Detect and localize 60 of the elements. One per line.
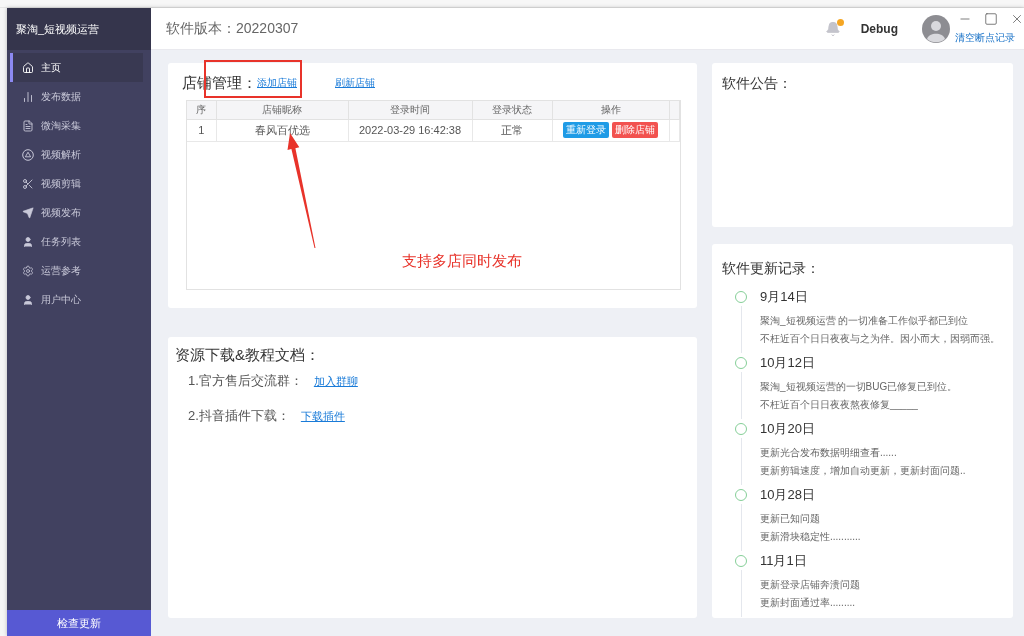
- store-link[interactable]: 添加店铺: [257, 76, 297, 90]
- maximize-icon[interactable]: [984, 12, 998, 26]
- close-icon[interactable]: [1010, 12, 1024, 26]
- update-log-title: 软件更新记录：: [722, 260, 820, 276]
- avatar-icon[interactable]: [922, 14, 950, 43]
- table-header-cell: 序: [187, 101, 216, 119]
- timeline-text: 聚淘_短视频运营的一切BUG已修复已到位。: [760, 380, 958, 394]
- app-title: 聚淘_短视频运营: [16, 21, 100, 37]
- sidebar-item[interactable]: 主页: [10, 53, 143, 82]
- check-update-button[interactable]: 检查更新: [7, 610, 151, 636]
- resource-label: 1.官方售后交流群：: [188, 372, 303, 390]
- annotation-text: 支持多店同时发布: [402, 252, 522, 271]
- timeline-date: 9月14日: [760, 288, 809, 306]
- table-header-cell: 店铺昵称: [216, 101, 348, 119]
- scissors-icon: [22, 177, 34, 190]
- timeline-text: 聚淘_短视频运营 的一切准备工作似乎都已到位: [760, 314, 970, 328]
- timeline-text: 更新已知问题: [760, 512, 821, 526]
- user-name: Debug: [860, 21, 898, 36]
- sidebar-item[interactable]: 发布数据: [10, 82, 143, 111]
- resources-title: 资源下载&教程文档：: [175, 346, 320, 363]
- timeline-date: 10月12日: [760, 354, 816, 372]
- resource-link[interactable]: 加入群聊: [313, 373, 358, 389]
- clear-breakpoints-link[interactable]: 清空断点记录: [955, 32, 1024, 44]
- table-header-cell: 登录状态: [472, 101, 552, 119]
- table-header-cell: 操作: [552, 101, 669, 119]
- timeline-text: 不枉近百个日日夜夜熬夜修复_____: [760, 398, 919, 412]
- bell-icon[interactable]: [824, 20, 841, 37]
- sidebar-item[interactable]: 用户中心: [10, 285, 143, 314]
- timeline-text: 更新光合发布数据明细查看......: [760, 446, 898, 460]
- store-link[interactable]: 刷新店铺: [335, 76, 375, 90]
- bar-chart-icon: [22, 90, 34, 103]
- person-icon: [22, 293, 34, 306]
- home-icon: [22, 61, 34, 74]
- timeline-text: 不枉近百个日日夜夜与之为伴。因小而大，因弱而强。: [760, 332, 1000, 346]
- person-icon: [22, 235, 34, 248]
- timeline-date: 10月20日: [760, 420, 816, 438]
- timeline-text: 更新封面通过率.........: [760, 596, 856, 610]
- table-cell: 2022-03-29 16:42:38: [348, 119, 472, 141]
- timeline-text: 更新滑块稳定性...........: [760, 530, 861, 544]
- document-icon: [22, 119, 34, 132]
- table-cell: 正常: [472, 119, 552, 141]
- sidebar-item[interactable]: 视频解析: [10, 140, 143, 169]
- timeline-date: 11月1日: [760, 552, 808, 570]
- sidebar-item[interactable]: 视频发布: [10, 198, 143, 227]
- gear-icon: [22, 264, 34, 277]
- timeline-text: 更新剪辑速度，增加自动更新，更新封面问题..: [760, 464, 966, 478]
- timeline-text: 更新登录店铺奔溃问题: [760, 578, 860, 592]
- sidebar-item[interactable]: 视频剪辑: [10, 169, 143, 198]
- resource-label: 2.抖音插件下载：: [188, 407, 290, 425]
- paper-plane-icon: [22, 206, 34, 219]
- sidebar-item[interactable]: 运营参考: [10, 256, 143, 285]
- sidebar-item[interactable]: 任务列表: [10, 227, 143, 256]
- resource-link[interactable]: 下载插件: [300, 408, 345, 424]
- version-text: 软件版本：20220307: [166, 19, 299, 38]
- sidebar-item[interactable]: 微淘采集: [10, 111, 143, 140]
- delete-store-button[interactable]: 删除店铺: [612, 122, 658, 138]
- timeline-date: 10月28日: [760, 486, 816, 504]
- table-header-cell: 登录时间: [348, 101, 472, 119]
- table-cell: 1: [187, 119, 216, 141]
- announcement-title: 软件公告：: [722, 75, 792, 91]
